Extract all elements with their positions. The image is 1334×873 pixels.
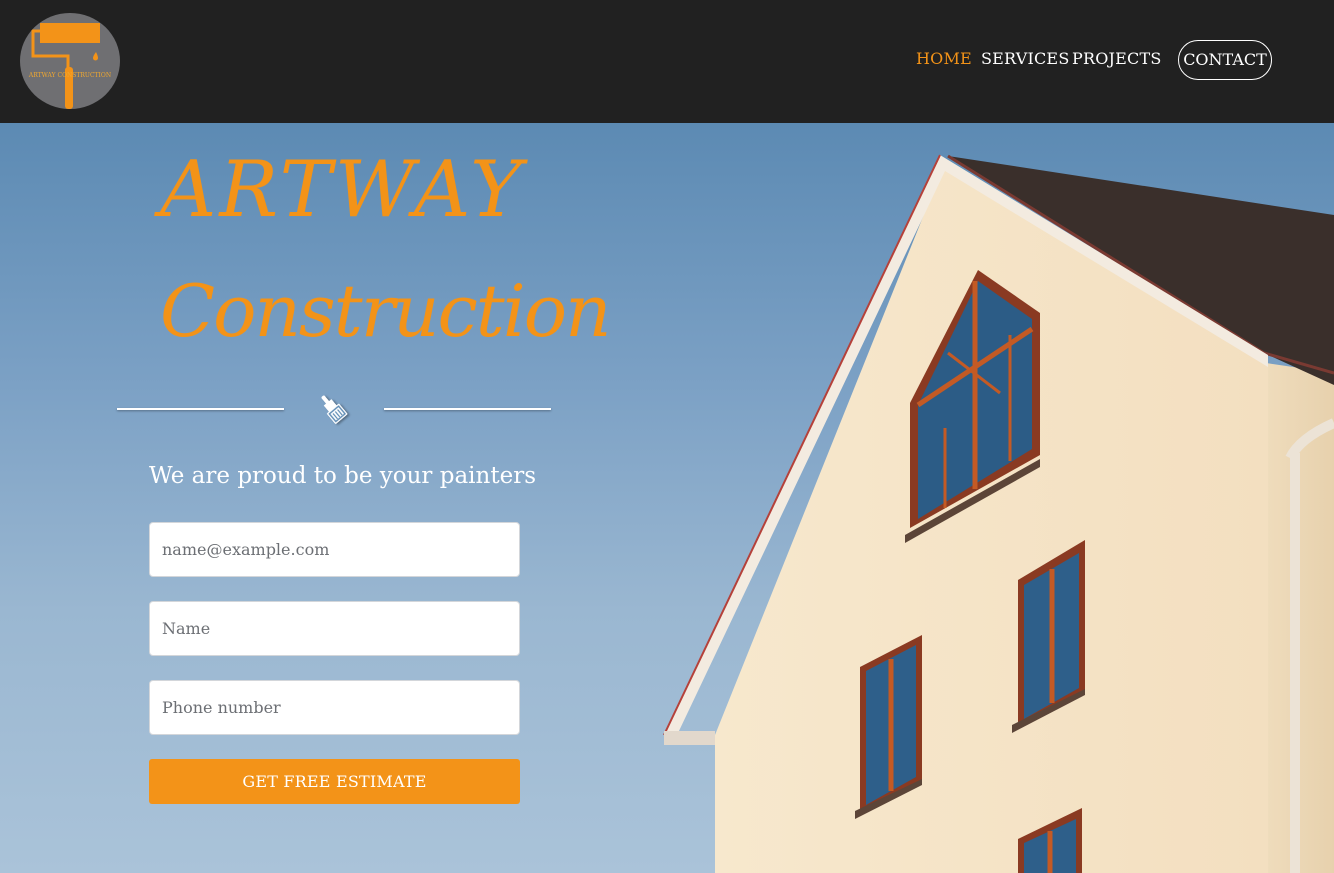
nav-projects[interactable]: PROJECTS (1072, 49, 1162, 68)
hero-section: ARTWAY Construction We are proud to be y… (0, 123, 1334, 873)
logo-text: ARTWAY CONSTRUCTION (28, 72, 112, 79)
top-navbar: ARTWAY CONSTRUCTION HOME SERVICES PROJEC… (0, 0, 1334, 123)
divider-right (384, 408, 551, 410)
site-logo[interactable]: ARTWAY CONSTRUCTION (20, 13, 120, 109)
get-free-estimate-button[interactable]: GET FREE ESTIMATE (149, 759, 520, 804)
divider-left (117, 408, 284, 410)
name-field[interactable] (149, 601, 520, 656)
paint-brush-icon (321, 395, 348, 424)
page: ARTWAY CONSTRUCTION HOME SERVICES PROJEC… (0, 0, 1334, 873)
nav-home[interactable]: HOME (916, 49, 972, 68)
brand-title-line1: ARTWAY (160, 145, 525, 235)
paint-roller-icon (31, 23, 100, 109)
nav-services[interactable]: SERVICES (981, 49, 1069, 68)
phone-field[interactable] (149, 680, 520, 735)
email-field[interactable] (149, 522, 520, 577)
nav-contact-button[interactable]: CONTACT (1178, 40, 1272, 80)
brand-title-line2: Construction (160, 269, 611, 353)
tagline: We are proud to be your painters (149, 463, 536, 489)
